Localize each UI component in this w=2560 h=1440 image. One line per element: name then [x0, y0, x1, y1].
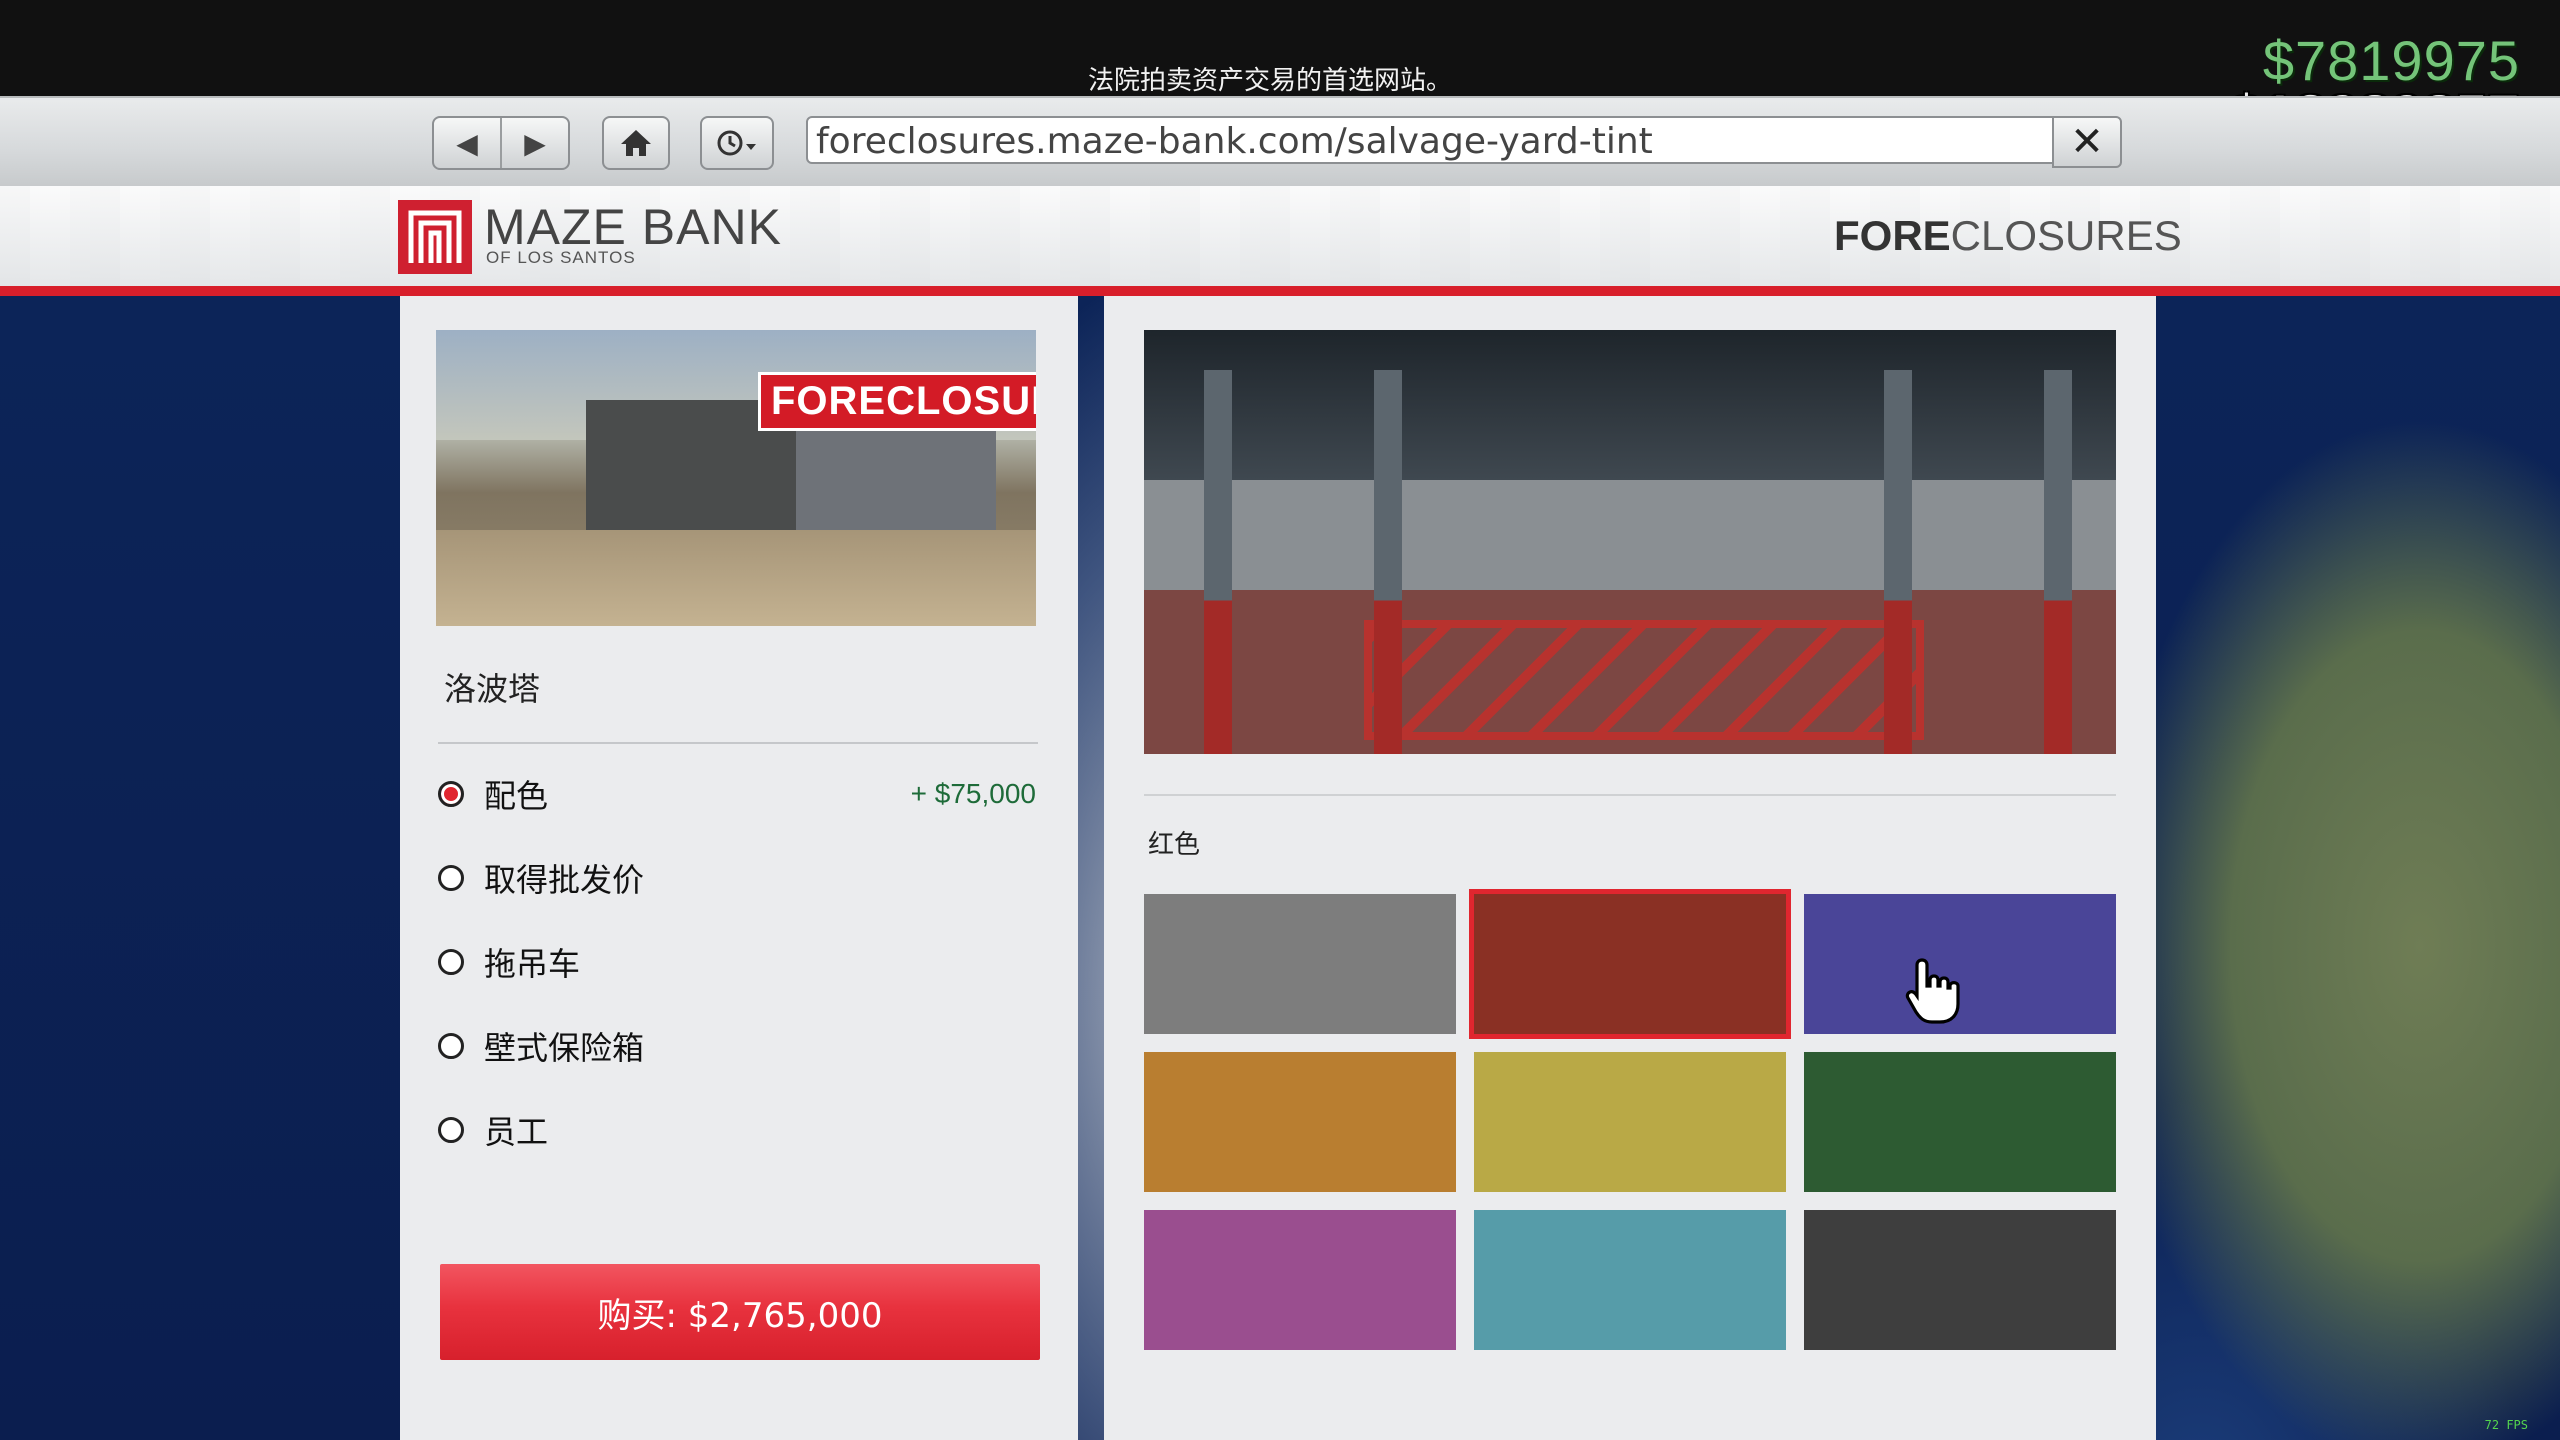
- option-staff[interactable]: 员工: [438, 1088, 1036, 1172]
- history-button[interactable]: [700, 116, 774, 170]
- property-panel: FORECLOSURE 洛波塔 配色 + $75,000 取得批发价 拖吊车 壁…: [400, 296, 1078, 1440]
- selected-color-name: 红色: [1148, 830, 1201, 860]
- option-price: + $75,000: [910, 778, 1036, 809]
- color-swatch[interactable]: [1804, 894, 2116, 1034]
- option-wholesale[interactable]: 取得批发价: [438, 836, 1036, 920]
- section-title: FORECLOSURES: [1834, 212, 2182, 260]
- home-icon: [621, 130, 651, 156]
- close-icon: ✕: [2070, 119, 2104, 165]
- upgrade-options: 配色 + $75,000 取得批发价 拖吊车 壁式保险箱 员工: [438, 752, 1036, 1172]
- section-title-rest: CLOSURES: [1950, 212, 2182, 259]
- color-swatch[interactable]: [1144, 1052, 1456, 1192]
- radio-icon[interactable]: [438, 865, 464, 891]
- option-label: 配色: [484, 777, 549, 815]
- option-label: 取得批发价: [484, 861, 645, 899]
- color-swatch[interactable]: [1804, 1052, 2116, 1192]
- clock-icon: [717, 130, 756, 156]
- color-swatch[interactable]: [1474, 1210, 1786, 1350]
- color-swatch[interactable]: [1144, 1210, 1456, 1350]
- color-swatch-grid: [1144, 889, 2116, 1350]
- option-tint[interactable]: 配色 + $75,000: [438, 752, 1036, 836]
- radio-icon[interactable]: [438, 1117, 464, 1143]
- radio-icon[interactable]: [438, 949, 464, 975]
- property-photo: FORECLOSURE: [436, 330, 1036, 626]
- color-swatch[interactable]: [1469, 889, 1791, 1039]
- option-label: 壁式保险箱: [484, 1029, 645, 1067]
- foreclosure-badge: FORECLOSURE: [758, 372, 1036, 431]
- site-header: MAZE BANK OF LOS SANTOS FORECLOSURES: [0, 186, 2560, 286]
- header-accent-line: [0, 286, 2560, 296]
- browser-toolbar: ◀ ▶ foreclosures.maze-bank.com/salvage-y…: [0, 96, 2560, 188]
- home-button[interactable]: [602, 116, 670, 170]
- color-swatch[interactable]: [1144, 894, 1456, 1034]
- site-tagline: 法院拍卖资产交易的首选网站。: [1087, 66, 1452, 96]
- option-tow-truck[interactable]: 拖吊车: [438, 920, 1036, 1004]
- section-title-bold: FORE: [1834, 212, 1951, 259]
- divider: [1144, 794, 2116, 796]
- property-location: 洛波塔: [444, 670, 541, 708]
- hand-cursor-icon: [1905, 958, 1960, 1024]
- brand-subtitle: OF LOS SANTOS: [486, 248, 636, 267]
- radio-icon[interactable]: [438, 1033, 464, 1059]
- tint-panel: 红色: [1104, 296, 2156, 1440]
- nav-buttons: ◀ ▶: [432, 116, 570, 170]
- address-bar[interactable]: foreclosures.maze-bank.com/salvage-yard-…: [806, 116, 2054, 164]
- color-swatch[interactable]: [1474, 1052, 1786, 1192]
- buy-button[interactable]: 购买: $2,765,000: [440, 1264, 1040, 1360]
- forward-button[interactable]: ▶: [500, 118, 568, 168]
- option-label: 拖吊车: [484, 945, 581, 983]
- interior-photo: [1144, 330, 2116, 754]
- color-swatch[interactable]: [1804, 1210, 2116, 1350]
- fps-counter: 72 FPS: [2484, 1418, 2528, 1432]
- forward-arrow-icon: ▶: [524, 126, 546, 160]
- option-label: 员工: [484, 1113, 549, 1151]
- option-wall-safe[interactable]: 壁式保险箱: [438, 1004, 1036, 1088]
- top-bar: 法院拍卖资产交易的首选网站。: [0, 0, 2560, 96]
- radio-selected-icon[interactable]: [438, 781, 464, 807]
- divider: [438, 742, 1038, 744]
- close-button[interactable]: ✕: [2052, 116, 2122, 168]
- back-button[interactable]: ◀: [434, 118, 500, 168]
- back-arrow-icon: ◀: [456, 126, 478, 160]
- maze-bank-logo-icon[interactable]: [398, 200, 472, 274]
